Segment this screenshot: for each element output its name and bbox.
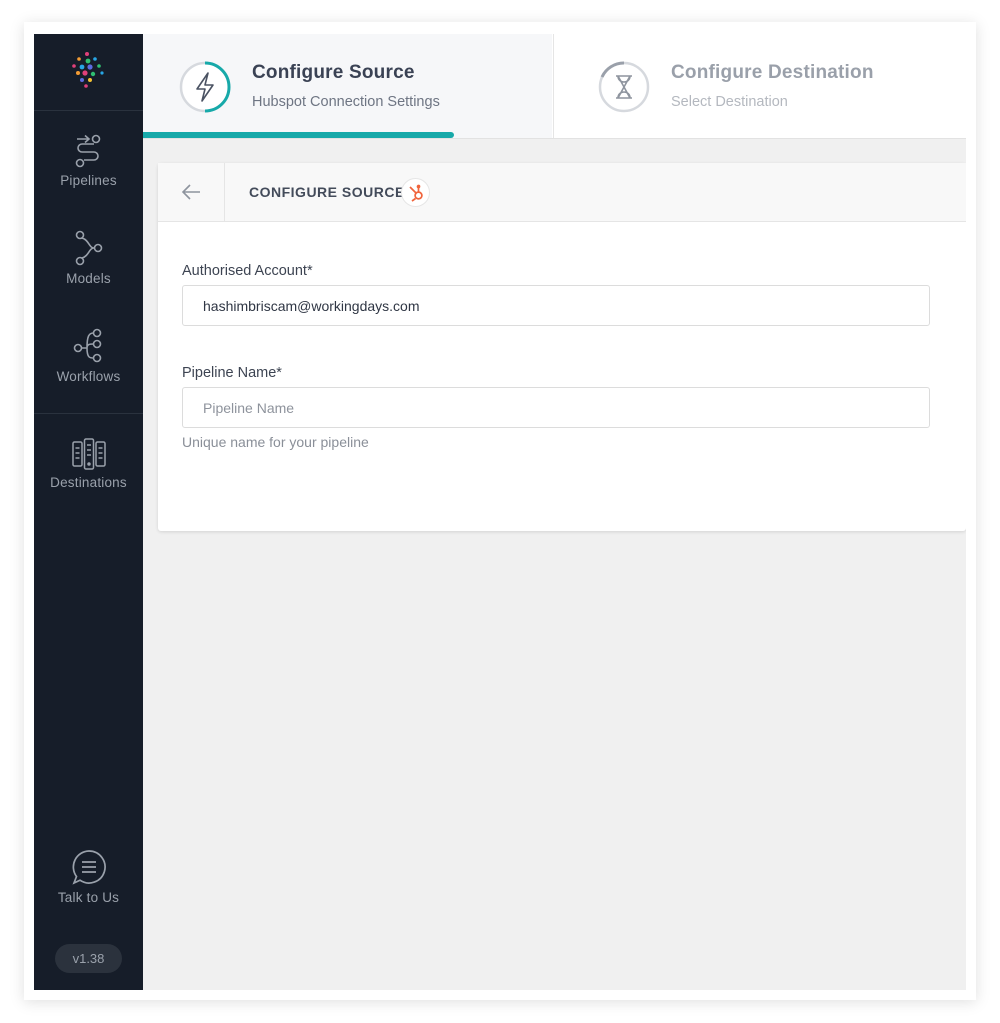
app: Pipelines Models Workflows Destinations … — [34, 34, 966, 990]
pipeline-name-input[interactable] — [182, 387, 930, 428]
step-title: Configure Source — [252, 62, 415, 83]
card-title: CONFIGURE SOURCE — [249, 184, 405, 200]
hubspot-badge — [401, 178, 430, 207]
sidebar: Pipelines Models Workflows Destinations … — [34, 34, 143, 990]
logo-icon — [72, 52, 104, 88]
step-subtitle: Select Destination — [671, 94, 788, 110]
authorised-account-field[interactable] — [182, 285, 930, 326]
hubspot-icon — [409, 184, 423, 202]
workflows-icon — [73, 328, 101, 363]
step-progress-bar — [143, 132, 454, 138]
sidebar-item-workflows[interactable]: Workflows — [34, 328, 143, 384]
version-badge: v1.38 — [55, 944, 122, 973]
talk-to-us-label: Talk to Us — [57, 890, 120, 905]
sidebar-item-models[interactable]: Models — [34, 230, 143, 286]
talk-to-us-button[interactable]: Talk to Us — [34, 849, 143, 905]
pipeline-name-label: Pipeline Name* — [182, 365, 282, 381]
sidebar-item-label: Workflows — [56, 369, 121, 384]
destinations-icon — [71, 438, 106, 470]
pipeline-name-help: Unique name for your pipeline — [182, 434, 369, 450]
sidebar-item-label: Destinations — [50, 475, 127, 490]
configure-source-card: CONFIGURE SOURCE Authorised Account* Pip… — [158, 163, 966, 531]
sidebar-item-label: Models — [66, 271, 111, 286]
stepper: Configure Source Hubspot Connection Sett… — [143, 34, 966, 139]
step-title: Configure Destination — [671, 62, 874, 83]
lightning-icon — [179, 61, 231, 113]
card-header: CONFIGURE SOURCE — [158, 163, 966, 222]
hourglass-icon — [598, 61, 650, 113]
step-configure-destination[interactable]: Configure Destination Select Destination — [553, 34, 966, 138]
step-configure-source[interactable]: Configure Source Hubspot Connection Sett… — [143, 34, 552, 138]
sidebar-divider — [34, 413, 143, 414]
pipelines-icon — [75, 134, 100, 168]
sidebar-item-label: Pipelines — [60, 173, 117, 188]
models-icon — [75, 230, 102, 266]
arrow-left-icon — [181, 184, 200, 200]
logo[interactable] — [34, 34, 143, 111]
sidebar-item-destinations[interactable]: Destinations — [34, 438, 143, 490]
sidebar-item-pipelines[interactable]: Pipelines — [34, 134, 143, 188]
back-button[interactable] — [158, 163, 225, 222]
chat-icon — [71, 850, 106, 885]
authorised-account-label: Authorised Account* — [182, 263, 313, 279]
step-subtitle: Hubspot Connection Settings — [252, 94, 440, 110]
